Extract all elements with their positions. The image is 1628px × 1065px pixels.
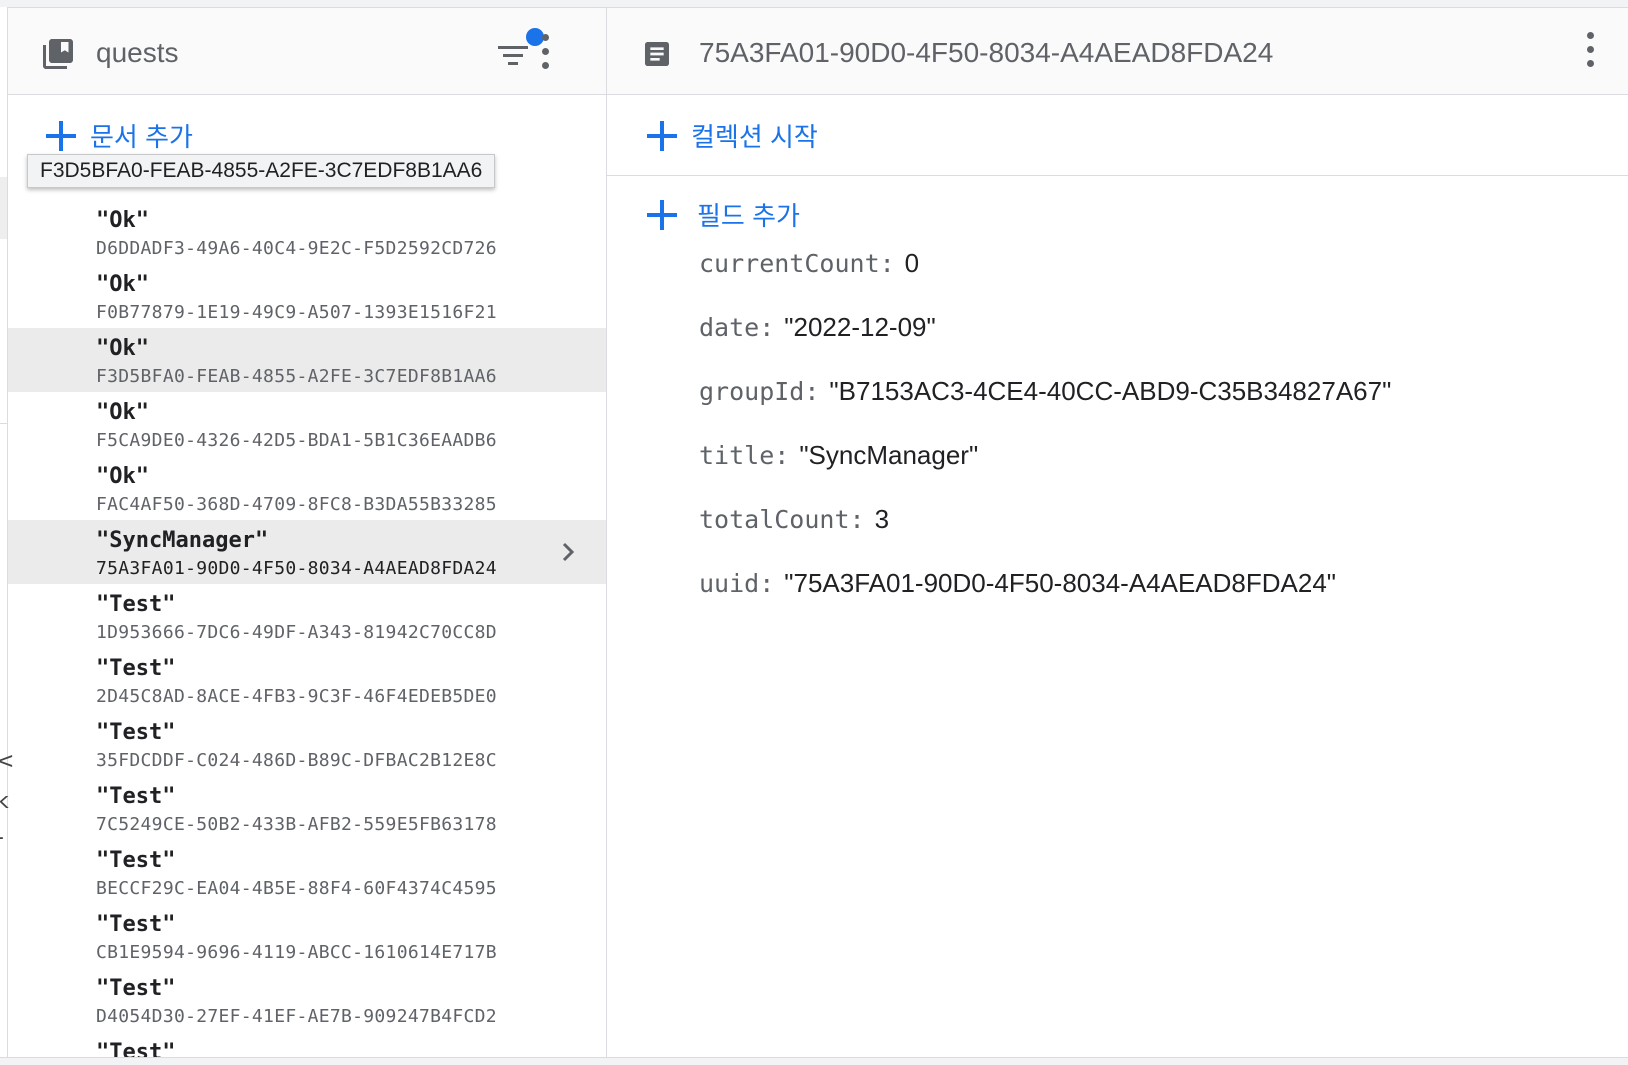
document-title: "Test" — [96, 912, 176, 937]
field-value: 3 — [874, 504, 890, 534]
field-value: "B7153AC3-4CE4-40CC-ABD9-C35B34827A67" — [829, 376, 1392, 406]
document-item[interactable]: "Test" 2D45C8AD-8ACE-4FB3-9C3F-46F4EDEB5… — [8, 648, 606, 712]
document-item[interactable]: "Test" 1D953666-7DC6-49DF-A343-81942C70C… — [8, 584, 606, 648]
field-row[interactable]: groupId: "B7153AC3-4CE4-40CC-ABD9-C35B348… — [699, 376, 1391, 440]
document-id: F3D5BFA0-FEAB-4855-A2FE-3C7EDF8B1AA6 — [96, 366, 497, 387]
document-id: 35FDCDDF-C024-486D-B89C-DFBAC2B12E8C — [96, 750, 497, 771]
document-id: D4054D30-27EF-41EF-AE7B-909247B4FCD2 — [96, 1006, 497, 1027]
document-title: "Ok" — [96, 464, 149, 489]
document-title: "Test" — [96, 784, 176, 809]
document-id-tooltip: F3D5BFA0-FEAB-4855-A2FE-3C7EDF8B1AA6 — [27, 154, 496, 188]
document-header: 75A3FA01-90D0-4F50-8034-A4AEAD8FDA24 — [607, 8, 1628, 95]
document-item-selected[interactable]: "SyncManager" 75A3FA01-90D0-4F50-8034-A4… — [8, 520, 606, 584]
collection-title: quests — [96, 37, 179, 68]
start-collection-label: 컬렉션 시작 — [691, 122, 818, 152]
document-title: "SyncManager" — [96, 528, 269, 553]
document-item[interactable]: "Test" — [8, 1032, 606, 1057]
document-item[interactable]: "Test" 7C5249CE-50B2-433B-AFB2-559E5FB63… — [8, 776, 606, 840]
plus-icon — [647, 120, 677, 151]
start-collection-button[interactable]: 컬렉션 시작 — [647, 117, 818, 154]
field-value: 0 — [904, 248, 920, 278]
document-item[interactable]: "Ok" D6DDADF3-49A6-40C4-9E2C-F5D2592CD72… — [8, 200, 606, 264]
window-top-border — [0, 0, 1628, 8]
document-id: CB1E9594-9696-4119-ABCC-1610614E717B — [96, 942, 497, 963]
document-item[interactable]: "Ok" F0B77879-1E19-49C9-A507-1393E1516F2… — [8, 264, 606, 328]
document-id: 2D45C8AD-8ACE-4FB3-9C3F-46F4EDEB5DE0 — [96, 686, 497, 707]
previous-panel-divider — [0, 423, 7, 424]
document-more-icon[interactable] — [1585, 32, 1595, 68]
document-title: "Ok" — [96, 400, 149, 425]
field-row[interactable]: date: "2022-12-09" — [699, 312, 1391, 376]
collection-header: quests — [8, 8, 606, 95]
field-key: date: — [699, 313, 775, 342]
document-title: "Test" — [96, 656, 176, 681]
document-title: "Ok" — [96, 336, 149, 361]
add-field-button[interactable]: 필드 추가 — [647, 196, 800, 233]
field-row[interactable]: title: "SyncManager" — [699, 440, 1391, 504]
document-title: "Test" — [96, 848, 176, 873]
field-value: "SyncManager" — [799, 440, 979, 470]
document-id: F5CA9DE0-4326-42D5-BDA1-5B1C36EAADB6 — [96, 430, 497, 451]
add-document-label: 문서 추가 — [90, 122, 193, 152]
collection-more-icon[interactable] — [540, 34, 550, 70]
chevron-right-icon — [562, 542, 575, 562]
document-title: "Test" — [96, 1040, 176, 1057]
plus-icon — [647, 199, 677, 230]
collection-panel: quests 문서 추가 F3D5BFA0-FEAB-4855-A2FE-3C7… — [8, 8, 607, 1057]
document-icon — [645, 42, 669, 66]
document-id: F0B77879-1E19-49C9-A507-1393E1516F21 — [96, 302, 497, 323]
start-collection-row: 컬렉션 시작 — [607, 95, 1628, 176]
document-title: "Test" — [96, 976, 176, 1001]
document-title: "Ok" — [96, 272, 149, 297]
previous-panel-edge: < k - — [0, 7, 14, 1057]
document-item[interactable]: "Test" BECCF29C-EA04-4B5E-88F4-60F4374C4… — [8, 840, 606, 904]
field-row[interactable]: totalCount: 3 — [699, 504, 1391, 568]
document-title: "Ok" — [96, 208, 149, 233]
collection-icon — [43, 39, 73, 69]
field-row[interactable]: uuid: "75A3FA01-90D0-4F50-8034-A4AEAD8FDA… — [699, 568, 1391, 632]
document-id: 75A3FA01-90D0-4F50-8034-A4AEAD8FDA24 — [96, 558, 497, 579]
document-item-hovered[interactable]: "Ok" F3D5BFA0-FEAB-4855-A2FE-3C7EDF8B1AA… — [8, 328, 606, 392]
field-value: "2022-12-09" — [784, 312, 936, 342]
document-id: D6DDADF3-49A6-40C4-9E2C-F5D2592CD726 — [96, 238, 497, 259]
field-key: totalCount: — [699, 505, 865, 534]
add-document-button[interactable]: 문서 추가 — [46, 117, 193, 154]
document-id: BECCF29C-EA04-4B5E-88F4-60F4374C4595 — [96, 878, 497, 899]
document-list: D0655D50-2096-4071-818E-626DF195D1E7 "Ok… — [8, 174, 606, 1057]
edge-text-fragment: - — [0, 825, 4, 850]
document-item[interactable]: "Ok" F5CA9DE0-4326-42D5-BDA1-5B1C36EAADB… — [8, 392, 606, 456]
previous-panel-selection — [0, 177, 7, 239]
document-item[interactable]: "Test" D4054D30-27EF-41EF-AE7B-909247B4F… — [8, 968, 606, 1032]
field-key: title: — [699, 441, 790, 470]
add-field-label: 필드 추가 — [697, 201, 800, 231]
field-key: uuid: — [699, 569, 775, 598]
field-key: currentCount: — [699, 249, 895, 278]
document-title: 75A3FA01-90D0-4F50-8034-A4AEAD8FDA24 — [699, 37, 1274, 68]
document-id: FAC4AF50-368D-4709-8FC8-B3DA55B33285 — [96, 494, 497, 515]
document-id: 7C5249CE-50B2-433B-AFB2-559E5FB63178 — [96, 814, 497, 835]
document-item[interactable]: "Ok" FAC4AF50-368D-4709-8FC8-B3DA55B3328… — [8, 456, 606, 520]
field-list: currentCount: 0 date: "2022-12-09" groupId… — [699, 248, 1391, 632]
field-key: groupId: — [699, 377, 820, 406]
document-title: "Test" — [96, 592, 176, 617]
plus-icon — [46, 120, 76, 151]
field-value: "75A3FA01-90D0-4F50-8034-A4AEAD8FDA24" — [784, 568, 1337, 598]
document-item[interactable]: "Test" CB1E9594-9696-4119-ABCC-1610614E7… — [8, 904, 606, 968]
document-title: "Test" — [96, 720, 176, 745]
document-id: 1D953666-7DC6-49DF-A343-81942C70CC8D — [96, 622, 497, 643]
document-item[interactable]: "Test" 35FDCDDF-C024-486D-B89C-DFBAC2B12… — [8, 712, 606, 776]
document-panel: 75A3FA01-90D0-4F50-8034-A4AEAD8FDA24 컬렉션… — [607, 8, 1628, 1057]
field-row[interactable]: currentCount: 0 — [699, 248, 1391, 312]
